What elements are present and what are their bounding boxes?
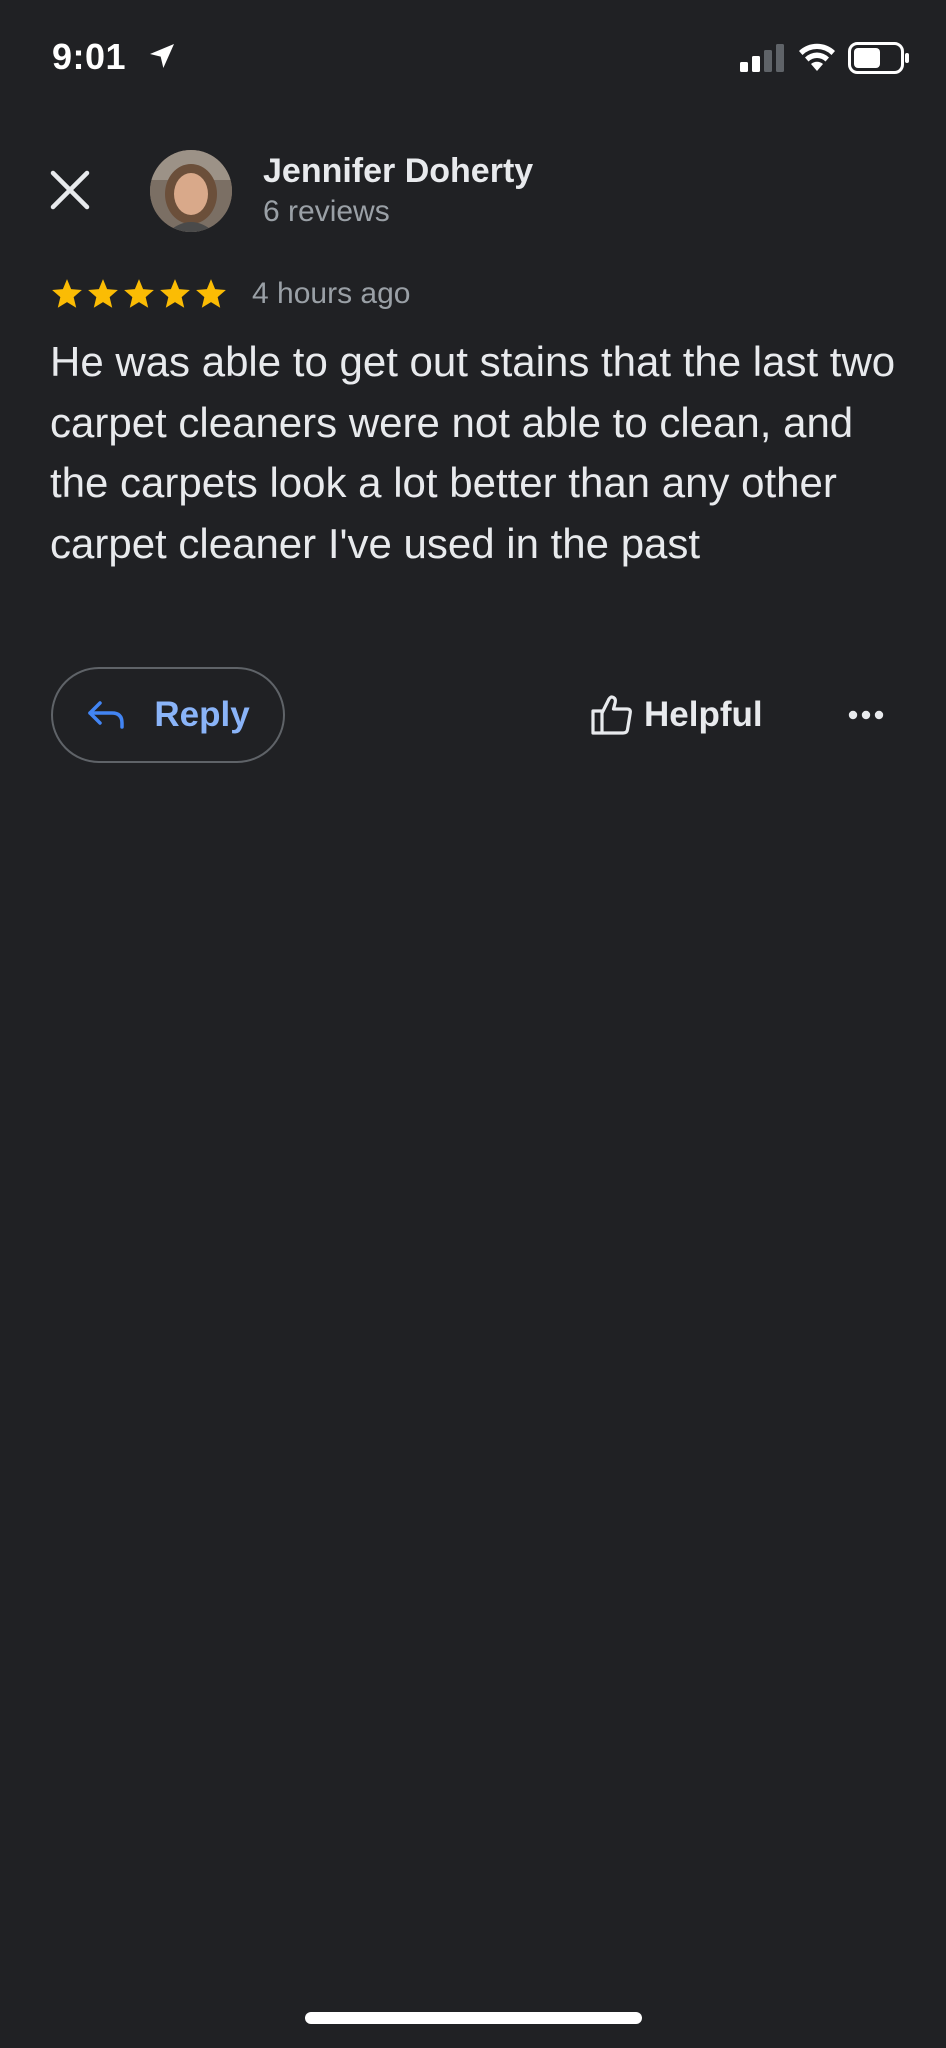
close-button[interactable] (40, 160, 100, 220)
reply-label: Reply (154, 695, 250, 734)
close-icon (50, 170, 90, 210)
home-indicator[interactable] (305, 2012, 642, 2024)
more-options-button[interactable] (842, 695, 890, 735)
wifi-icon (799, 43, 835, 71)
review-time: 4 hours ago (252, 277, 411, 310)
avatar-image (150, 150, 232, 232)
cellular-signal-icon (740, 44, 784, 72)
avatar[interactable] (150, 150, 232, 232)
star-icon (124, 279, 154, 308)
reply-button[interactable]: Reply (51, 667, 285, 763)
status-time: 9:01 (52, 36, 127, 77)
battery-icon (848, 42, 909, 74)
helpful-label: Helpful (644, 695, 763, 734)
star-icon (160, 279, 190, 308)
more-horizontal-icon (848, 710, 884, 720)
location-arrow-icon (150, 44, 174, 68)
star-rating (50, 277, 228, 311)
rating-row: 4 hours ago (50, 274, 410, 314)
review-count: 6 reviews (263, 195, 390, 228)
star-icon (88, 279, 118, 308)
author-name[interactable]: Jennifer Doherty (263, 152, 533, 191)
helpful-button[interactable]: Helpful (590, 690, 763, 740)
reply-arrow-icon (88, 701, 125, 729)
star-icon (52, 279, 82, 308)
status-bar: 9:01 (0, 0, 946, 120)
thumbs-up-icon (591, 695, 632, 735)
review-text: He was able to get out stains that the l… (50, 338, 896, 567)
star-icon (196, 279, 226, 308)
